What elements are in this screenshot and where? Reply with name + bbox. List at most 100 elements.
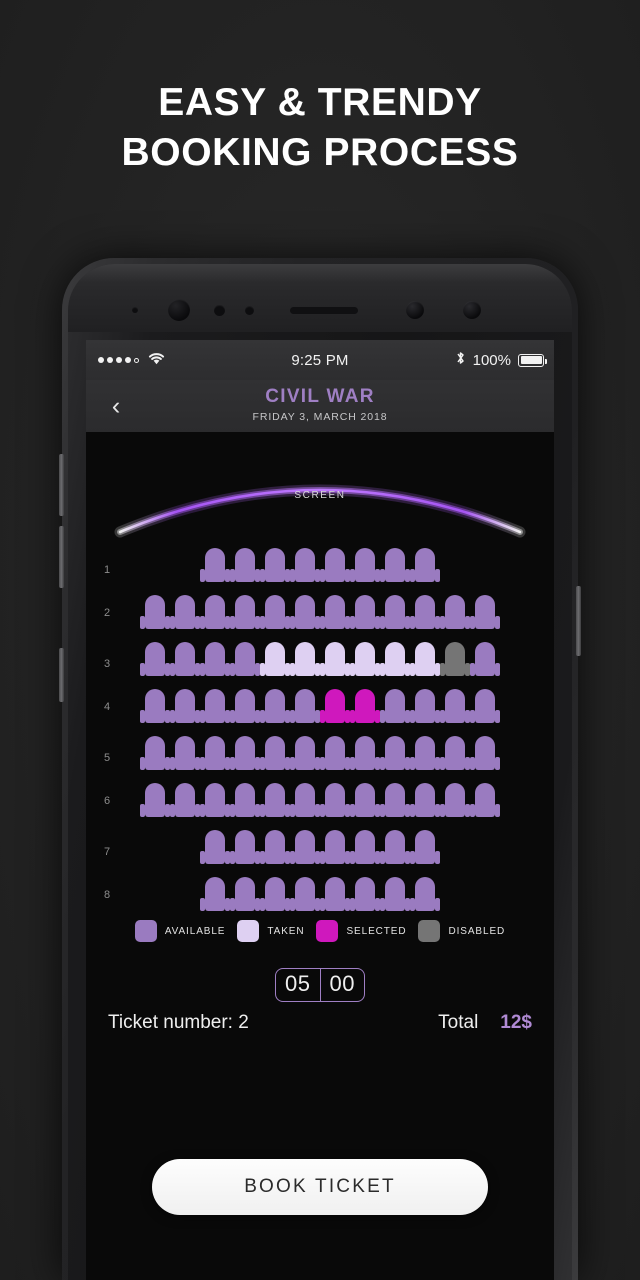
seat-available[interactable] bbox=[440, 783, 470, 817]
volume-up-button[interactable] bbox=[59, 454, 64, 516]
seat-available[interactable] bbox=[140, 595, 170, 629]
seat-available[interactable] bbox=[140, 783, 170, 817]
seat-available[interactable] bbox=[260, 830, 290, 864]
seat-taken[interactable] bbox=[380, 642, 410, 676]
seat-available[interactable] bbox=[380, 783, 410, 817]
seat-available[interactable] bbox=[200, 689, 230, 723]
seat-available[interactable] bbox=[470, 595, 500, 629]
seat-available[interactable] bbox=[260, 736, 290, 770]
seat-available[interactable] bbox=[350, 736, 380, 770]
assistant-button[interactable] bbox=[59, 648, 64, 702]
seat-available[interactable] bbox=[320, 877, 350, 911]
seat-available[interactable] bbox=[230, 736, 260, 770]
seat-available[interactable] bbox=[200, 830, 230, 864]
seat-selected[interactable] bbox=[350, 689, 380, 723]
seat-available[interactable] bbox=[260, 783, 290, 817]
seat-available[interactable] bbox=[380, 689, 410, 723]
seat-available[interactable] bbox=[410, 783, 440, 817]
seat-available[interactable] bbox=[290, 689, 320, 723]
seat-available[interactable] bbox=[140, 689, 170, 723]
seat-available[interactable] bbox=[440, 736, 470, 770]
seat-available[interactable] bbox=[350, 783, 380, 817]
seat-available[interactable] bbox=[380, 830, 410, 864]
seat-available[interactable] bbox=[290, 877, 320, 911]
seat-available[interactable] bbox=[200, 548, 230, 582]
seat-available[interactable] bbox=[380, 736, 410, 770]
seat-available[interactable] bbox=[170, 689, 200, 723]
app-header: ‹ CIVIL WAR FRIDAY 3, MARCH 2018 bbox=[86, 380, 554, 432]
seat-available[interactable] bbox=[320, 736, 350, 770]
countdown-timer: 05 00 bbox=[86, 968, 554, 1002]
seat-available[interactable] bbox=[350, 877, 380, 911]
seat-available[interactable] bbox=[290, 595, 320, 629]
seat-row-seats bbox=[86, 683, 554, 730]
seat-available[interactable] bbox=[380, 877, 410, 911]
seat-available[interactable] bbox=[320, 783, 350, 817]
seat-available[interactable] bbox=[200, 783, 230, 817]
seat-available[interactable] bbox=[470, 783, 500, 817]
seat-available[interactable] bbox=[170, 736, 200, 770]
seat-available[interactable] bbox=[260, 689, 290, 723]
seat-available[interactable] bbox=[410, 689, 440, 723]
seat-taken[interactable] bbox=[260, 642, 290, 676]
power-button[interactable] bbox=[576, 586, 581, 656]
seat-taken[interactable] bbox=[290, 642, 320, 676]
seat-available[interactable] bbox=[410, 548, 440, 582]
seat-available[interactable] bbox=[230, 595, 260, 629]
seat-available[interactable] bbox=[140, 736, 170, 770]
timer-seconds: 00 bbox=[329, 971, 355, 996]
seat-available[interactable] bbox=[440, 595, 470, 629]
seat-available[interactable] bbox=[320, 830, 350, 864]
status-bar-right: 100% bbox=[455, 340, 547, 380]
seat-available[interactable] bbox=[380, 595, 410, 629]
seat-available[interactable] bbox=[170, 595, 200, 629]
legend-item-selected: SELECTED bbox=[316, 920, 406, 942]
volume-down-button[interactable] bbox=[59, 526, 64, 588]
seat-available[interactable] bbox=[380, 548, 410, 582]
seat-available[interactable] bbox=[320, 548, 350, 582]
seat-available[interactable] bbox=[350, 595, 380, 629]
total-label: Total bbox=[438, 1012, 479, 1033]
seat-available[interactable] bbox=[230, 642, 260, 676]
seat-taken[interactable] bbox=[350, 642, 380, 676]
seat-available[interactable] bbox=[290, 830, 320, 864]
seat-available[interactable] bbox=[290, 548, 320, 582]
seat-available[interactable] bbox=[410, 830, 440, 864]
seat-available[interactable] bbox=[230, 689, 260, 723]
light-sensor-icon bbox=[406, 301, 424, 319]
order-summary: Ticket number: 2 Total 12$ bbox=[86, 1012, 554, 1034]
seat-available[interactable] bbox=[230, 783, 260, 817]
seat-available[interactable] bbox=[200, 595, 230, 629]
seat-available[interactable] bbox=[410, 595, 440, 629]
seat-taken[interactable] bbox=[320, 642, 350, 676]
seat-available[interactable] bbox=[230, 830, 260, 864]
seat-available[interactable] bbox=[470, 689, 500, 723]
seat-available[interactable] bbox=[230, 877, 260, 911]
seat-available[interactable] bbox=[470, 642, 500, 676]
seat-available[interactable] bbox=[200, 736, 230, 770]
seat-available[interactable] bbox=[230, 548, 260, 582]
seat-available[interactable] bbox=[260, 595, 290, 629]
seat-available[interactable] bbox=[410, 877, 440, 911]
seat-available[interactable] bbox=[200, 642, 230, 676]
seat-available[interactable] bbox=[290, 736, 320, 770]
seat-available[interactable] bbox=[350, 830, 380, 864]
phone-frame: 9:25 PM 100% ‹ CIVIL WAR FRIDAY 3, MARCH… bbox=[68, 264, 572, 1280]
seat-available[interactable] bbox=[350, 548, 380, 582]
seat-available[interactable] bbox=[140, 642, 170, 676]
seat-available[interactable] bbox=[410, 736, 440, 770]
seat-available[interactable] bbox=[170, 783, 200, 817]
seat-available[interactable] bbox=[260, 548, 290, 582]
seat-available[interactable] bbox=[440, 689, 470, 723]
seat-available[interactable] bbox=[470, 736, 500, 770]
seat-available[interactable] bbox=[290, 783, 320, 817]
book-ticket-button[interactable]: BOOK TICKET bbox=[152, 1159, 488, 1215]
seat-taken[interactable] bbox=[410, 642, 440, 676]
seat-available[interactable] bbox=[200, 877, 230, 911]
seat-available[interactable] bbox=[170, 642, 200, 676]
seat-available[interactable] bbox=[320, 595, 350, 629]
seat-available[interactable] bbox=[260, 877, 290, 911]
seat-row-seats bbox=[86, 871, 554, 918]
movie-title: CIVIL WAR bbox=[265, 386, 375, 407]
seat-selected[interactable] bbox=[320, 689, 350, 723]
